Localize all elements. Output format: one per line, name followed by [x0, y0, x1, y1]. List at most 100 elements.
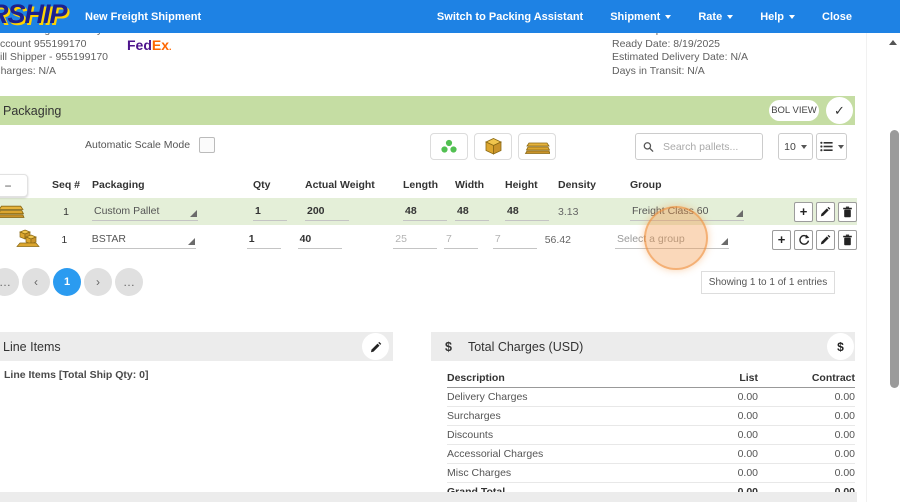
pallet-icon: [0, 203, 27, 218]
density-value: 3.13: [552, 206, 625, 218]
length-input[interactable]: 48: [403, 203, 447, 221]
next-section-bar: [0, 492, 857, 502]
charges-currency-button[interactable]: $: [827, 333, 854, 360]
box-icon: [484, 137, 503, 156]
chevron-down-icon: [727, 15, 733, 19]
width-input[interactable]: 7: [444, 231, 478, 249]
add-box-button[interactable]: [474, 133, 512, 160]
search-icon: [643, 141, 654, 153]
auto-scale-checkbox[interactable]: [199, 137, 215, 153]
plus-icon: +: [778, 233, 786, 246]
charges-row-surcharges: Surcharges 0.00 0.00: [447, 407, 855, 426]
plus-icon: +: [800, 205, 808, 218]
total-charges-header: $ Total Charges (USD): [431, 332, 855, 361]
col-seq: Seq #: [44, 179, 88, 191]
packaging-type-select[interactable]: BSTAR: [90, 231, 196, 249]
page-size-dropdown[interactable]: 10: [778, 133, 813, 160]
showing-entries-label: Showing 1 to 1 of 1 entries: [701, 271, 835, 294]
dropdown-corner-icon: [721, 238, 728, 245]
content-edge-divider: [866, 33, 867, 502]
confirm-check-button[interactable]: ✓: [826, 97, 853, 124]
dropdown-corner-icon: [188, 238, 195, 245]
boxes-on-pallet-icon: [16, 228, 40, 248]
charges-table-header: Description List Contract: [447, 369, 855, 388]
collapse-rows-button[interactable]: −: [0, 174, 28, 197]
chevron-down-icon: [838, 145, 844, 149]
group-items-button[interactable]: [430, 133, 468, 160]
group-people-icon: [439, 138, 459, 155]
qty-input[interactable]: 1: [253, 203, 287, 221]
chevron-down-icon: [665, 15, 671, 19]
actual-weight-input[interactable]: 40: [298, 231, 342, 249]
add-row-button[interactable]: +: [772, 230, 791, 250]
nav-rate-menu[interactable]: Rate: [698, 11, 733, 23]
search-pallets-box: [635, 133, 763, 160]
chevron-down-icon: [789, 15, 795, 19]
trash-icon: [842, 234, 853, 246]
minus-icon: −: [4, 179, 11, 193]
page-first-ellipsis[interactable]: …: [0, 268, 19, 296]
refresh-icon: [798, 234, 810, 246]
col-group: Group: [625, 179, 788, 191]
page-next-button[interactable]: ›: [84, 268, 112, 296]
col-height: Height: [500, 179, 552, 191]
density-value: 56.42: [539, 234, 610, 246]
edit-row-button[interactable]: [816, 202, 835, 222]
seq-value: 1: [43, 234, 86, 246]
pencil-icon: [820, 206, 831, 217]
height-input[interactable]: 7: [493, 231, 537, 249]
delete-row-button[interactable]: [838, 202, 857, 222]
col-density: Density: [552, 179, 625, 191]
column-list-dropdown[interactable]: [816, 133, 847, 160]
actual-weight-input[interactable]: 200: [305, 203, 349, 221]
charges-table: Description List Contract Delivery Charg…: [447, 369, 855, 502]
length-input[interactable]: 25: [393, 231, 437, 249]
delete-row-button[interactable]: [838, 230, 857, 250]
packaging-toolbar: [430, 133, 556, 160]
width-input[interactable]: 48: [455, 203, 489, 221]
col-qty: Qty: [248, 179, 300, 191]
page-1-button[interactable]: 1: [53, 268, 81, 296]
chevron-down-icon: [801, 145, 807, 149]
line-items-header: Line Items: [0, 332, 393, 361]
col-actual-weight: Actual Weight: [300, 179, 398, 191]
dropdown-corner-icon: [190, 210, 197, 217]
search-pallets-input[interactable]: [661, 140, 755, 154]
est-delivery-line: Estimated Delivery Date: N/A: [612, 51, 748, 65]
qty-input[interactable]: 1: [247, 231, 281, 249]
charges-row-accessorial: Accessorial Charges 0.00 0.00: [447, 445, 855, 464]
ready-date-line: Ready Date: 8/19/2025: [612, 38, 748, 52]
edit-row-button[interactable]: [816, 230, 835, 250]
height-input[interactable]: 48: [505, 203, 549, 221]
packaging-type-select[interactable]: Custom Pallet: [92, 203, 198, 221]
charges-row-discounts: Discounts 0.00 0.00: [447, 426, 855, 445]
nav-switch-packing-assistant[interactable]: Switch to Packing Assistant: [437, 11, 583, 23]
check-icon: ✓: [834, 103, 845, 119]
charges-line: Charges: N/A: [0, 65, 108, 79]
packaging-table-header: Seq # Packaging Qty Actual Weight Length…: [0, 172, 857, 198]
chevron-left-icon: ‹: [34, 275, 38, 289]
refresh-row-button[interactable]: [794, 230, 813, 250]
packaging-row-bstar: 1 BSTAR 1 40 25 7 7 56.42 Select a group…: [0, 225, 857, 254]
vertical-scrollbar[interactable]: [890, 130, 899, 388]
add-pallet-button[interactable]: [518, 133, 556, 160]
pencil-icon: [820, 234, 831, 245]
days-in-transit-line: Days in Transit: N/A: [612, 65, 748, 79]
edit-line-items-button[interactable]: [362, 333, 389, 360]
packaging-section-header: Packaging: [0, 96, 855, 125]
page-last-ellipsis[interactable]: …: [115, 268, 143, 296]
page-prev-button[interactable]: ‹: [22, 268, 50, 296]
packaging-title: Packaging: [3, 104, 61, 118]
nav-close[interactable]: Close: [822, 11, 852, 23]
col-packaging: Packaging: [88, 179, 248, 191]
add-row-button[interactable]: +: [794, 202, 813, 222]
dollar-icon: $: [445, 340, 452, 354]
scroll-up-icon[interactable]: [889, 40, 897, 45]
app-window: RSHIP New Freight Shipment Switch to Pac…: [0, 0, 900, 502]
col-length: Length: [398, 179, 450, 191]
nav-shipment-menu[interactable]: Shipment: [610, 11, 671, 23]
app-logo: RSHIP: [0, 0, 67, 30]
bol-view-button[interactable]: BOL VIEW: [769, 100, 819, 121]
top-navbar: RSHIP New Freight Shipment Switch to Pac…: [0, 0, 900, 33]
nav-help-menu[interactable]: Help: [760, 11, 795, 23]
